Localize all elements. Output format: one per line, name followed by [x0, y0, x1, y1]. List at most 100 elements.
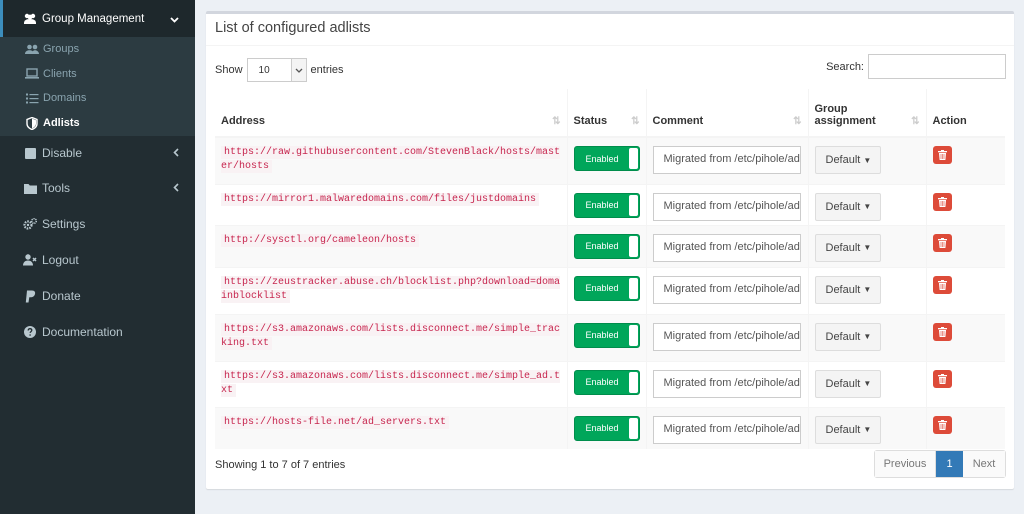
next-button[interactable]: Next: [963, 451, 1005, 477]
status-toggle[interactable]: Enabled: [573, 322, 640, 348]
group-assignment-dropdown[interactable]: Default ▼: [814, 233, 881, 262]
col-header-comment[interactable]: Comment ⇅: [645, 89, 808, 138]
comment-input[interactable]: Migrated from /etc/pihole/adlists.list: [652, 415, 801, 444]
caret-down-icon: ▼: [863, 243, 872, 252]
caret-down-icon: ▼: [863, 155, 872, 165]
sidebar-item-adlists[interactable]: Adlists: [0, 110, 195, 136]
users-icon: [22, 13, 38, 25]
action-cell: [925, 183, 1005, 225]
delete-button[interactable]: [932, 369, 952, 388]
status-cell: Enabled: [566, 136, 646, 184]
delete-button[interactable]: [932, 233, 952, 252]
status-toggle[interactable]: Enabled: [573, 415, 640, 441]
users-icon: [24, 44, 40, 55]
sidebar-item-logout[interactable]: Logout: [0, 242, 195, 278]
chevron-down-icon: [290, 59, 306, 81]
address-text: https://mirror1.malwaredomains.com/files…: [221, 192, 540, 206]
status-label: Enabled: [585, 283, 619, 293]
delete-button[interactable]: [932, 322, 952, 341]
toggle-knob: [628, 194, 638, 216]
status-toggle[interactable]: Enabled: [573, 233, 640, 259]
status-toggle[interactable]: Enabled: [573, 146, 640, 171]
delete-button[interactable]: [932, 146, 952, 164]
group-label: Default: [825, 330, 861, 343]
page-length-select[interactable]: 10: [246, 58, 307, 82]
comment-input[interactable]: Migrated from /etc/pihole/adlists.list: [652, 322, 801, 351]
sidebar-item-group-management[interactable]: Group Management: [0, 0, 195, 37]
comment-cell: Migrated from /etc/pihole/adlists.list: [645, 313, 808, 361]
divider: [206, 45, 1014, 46]
comment-cell: Migrated from /etc/pihole/adlists.list: [645, 183, 808, 225]
search-input[interactable]: [868, 54, 1006, 79]
comment-input[interactable]: Migrated from /etc/pihole/adlists.list: [652, 192, 801, 221]
group-cell: Default ▼: [807, 406, 926, 449]
status-toggle[interactable]: Enabled: [573, 369, 640, 395]
sort-icon: ⇅: [552, 116, 561, 127]
sidebar-item-clients[interactable]: Clients: [0, 61, 195, 86]
group-assignment-dropdown[interactable]: Default ▼: [814, 322, 881, 351]
group-assignment-dropdown[interactable]: Default ▼: [814, 369, 881, 398]
table-row: https://s3.amazonaws.com/lists.disconnec…: [215, 313, 1005, 361]
header-label: assignment: [814, 115, 876, 127]
sidebar-item-label: Documentation: [42, 325, 123, 339]
sidebar-item-groups[interactable]: Groups: [0, 37, 195, 61]
sidebar-item-tools[interactable]: Tools: [0, 170, 195, 206]
search-control: Search:: [826, 54, 1006, 79]
header-label: Action: [932, 115, 967, 127]
sidebar-item-disable[interactable]: Disable: [0, 136, 195, 170]
status-label: Enabled: [585, 241, 619, 251]
caret-down-icon: ▼: [863, 332, 872, 341]
status-cell: Enabled: [566, 360, 646, 407]
comment-input[interactable]: Migrated from /etc/pihole/adlists.list: [652, 369, 801, 398]
sidebar-item-label: Logout: [42, 253, 79, 267]
page-1-button[interactable]: 1: [936, 451, 963, 477]
group-assignment-dropdown[interactable]: Default ▼: [814, 275, 881, 304]
address-text: https://raw.githubusercontent.com/Steven…: [221, 146, 561, 173]
caret-down-icon: ▼: [863, 379, 872, 388]
gears-icon: [22, 218, 38, 230]
sidebar: Group Management Groups Clients Domains …: [0, 0, 195, 514]
folder-icon: [22, 183, 38, 194]
delete-button[interactable]: [932, 275, 952, 294]
trash-icon: [937, 237, 947, 248]
show-label: Show: [215, 64, 243, 76]
header-label: Group: [814, 103, 848, 115]
group-cell: Default ▼: [807, 183, 926, 225]
comment-input[interactable]: Migrated from /etc/pihole/adlists.list: [652, 275, 801, 304]
sidebar-item-donate[interactable]: Donate: [0, 278, 195, 314]
sort-icon: ⇅: [631, 116, 640, 127]
sidebar-item-documentation[interactable]: Documentation: [0, 314, 195, 350]
paypal-icon: [22, 290, 38, 303]
status-toggle[interactable]: Enabled: [573, 275, 640, 301]
col-header-address[interactable]: Address ⇅: [215, 89, 567, 138]
address-text: https://s3.amazonaws.com/lists.disconnec…: [221, 369, 561, 397]
pagination: Previous 1 Next: [874, 450, 1006, 478]
address-cell: https://mirror1.malwaredomains.com/files…: [215, 183, 567, 225]
group-assignment-dropdown[interactable]: Default ▼: [814, 146, 881, 174]
group-assignment-dropdown[interactable]: Default ▼: [814, 415, 881, 444]
toggle-knob: [628, 148, 638, 169]
user-times-icon: [22, 254, 38, 266]
comment-input[interactable]: Migrated from /etc/pihole/adlists.list: [652, 146, 801, 174]
status-toggle[interactable]: Enabled: [573, 192, 640, 218]
comment-input[interactable]: Migrated from /etc/pihole/adlists.list: [652, 233, 801, 262]
group-label: Default: [825, 200, 861, 213]
page-length-control: Show 10 entries: [215, 58, 344, 82]
col-header-status[interactable]: Status ⇅: [566, 89, 646, 138]
group-label: Default: [825, 154, 861, 166]
toggle-knob: [628, 417, 638, 439]
comment-cell: Migrated from /etc/pihole/adlists.list: [645, 136, 808, 184]
previous-button[interactable]: Previous: [875, 451, 936, 477]
page-length-value: 10: [258, 65, 270, 76]
col-header-group[interactable]: Group assignment ⇅: [807, 89, 926, 138]
sidebar-item-domains[interactable]: Domains: [0, 86, 195, 110]
sidebar-item-label: Settings: [42, 217, 86, 231]
status-cell: Enabled: [566, 313, 646, 361]
delete-button[interactable]: [932, 192, 952, 211]
sidebar-item-settings[interactable]: Settings: [0, 206, 195, 242]
question-circle-icon: [22, 326, 38, 338]
status-cell: Enabled: [566, 266, 646, 314]
status-cell: Enabled: [566, 224, 646, 267]
group-assignment-dropdown[interactable]: Default ▼: [814, 192, 881, 221]
delete-button[interactable]: [932, 415, 952, 434]
